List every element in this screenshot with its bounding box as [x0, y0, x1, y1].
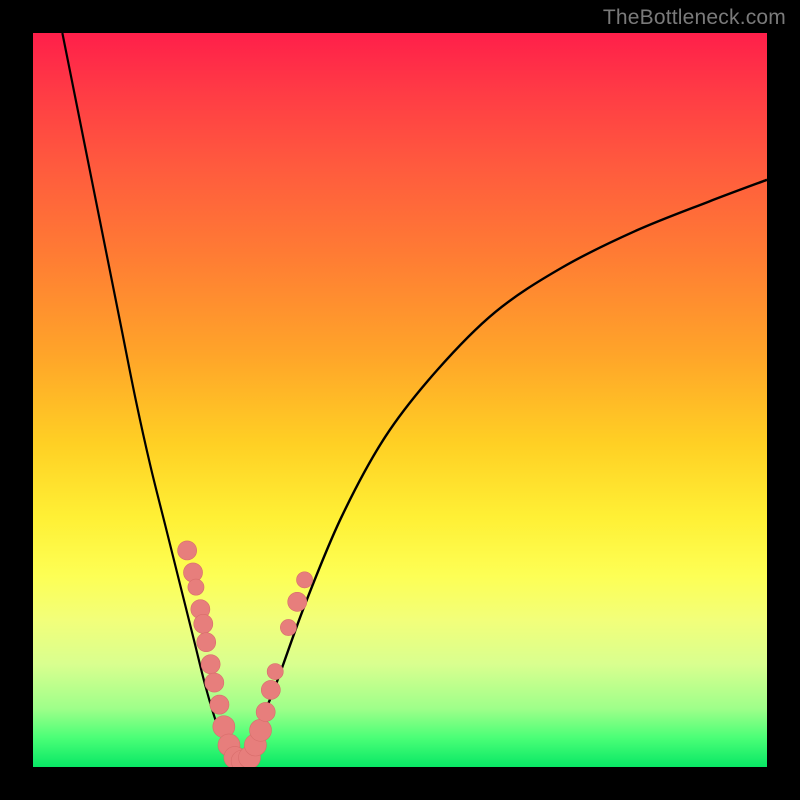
highlight-dot — [288, 592, 307, 611]
highlight-dot — [183, 563, 202, 582]
plot-area — [33, 33, 767, 767]
highlight-dot — [250, 719, 272, 741]
highlight-dot — [178, 541, 197, 560]
highlight-dot — [201, 655, 220, 674]
highlight-dot — [194, 614, 213, 633]
highlight-dot — [197, 633, 216, 652]
highlight-dot — [188, 579, 204, 595]
highlight-dot — [256, 702, 275, 721]
watermark-text: TheBottleneck.com — [603, 6, 786, 30]
left-branch-curve — [62, 33, 238, 763]
highlight-dot — [205, 673, 224, 692]
highlight-dot — [261, 680, 280, 699]
highlight-dot — [210, 695, 229, 714]
curve-group — [62, 33, 767, 763]
highlight-dot — [297, 572, 313, 588]
chart-svg — [33, 33, 767, 767]
highlight-dot — [280, 619, 296, 635]
right-branch-curve — [239, 180, 767, 764]
highlight-dot — [267, 664, 283, 680]
chart-frame: TheBottleneck.com — [0, 0, 800, 800]
